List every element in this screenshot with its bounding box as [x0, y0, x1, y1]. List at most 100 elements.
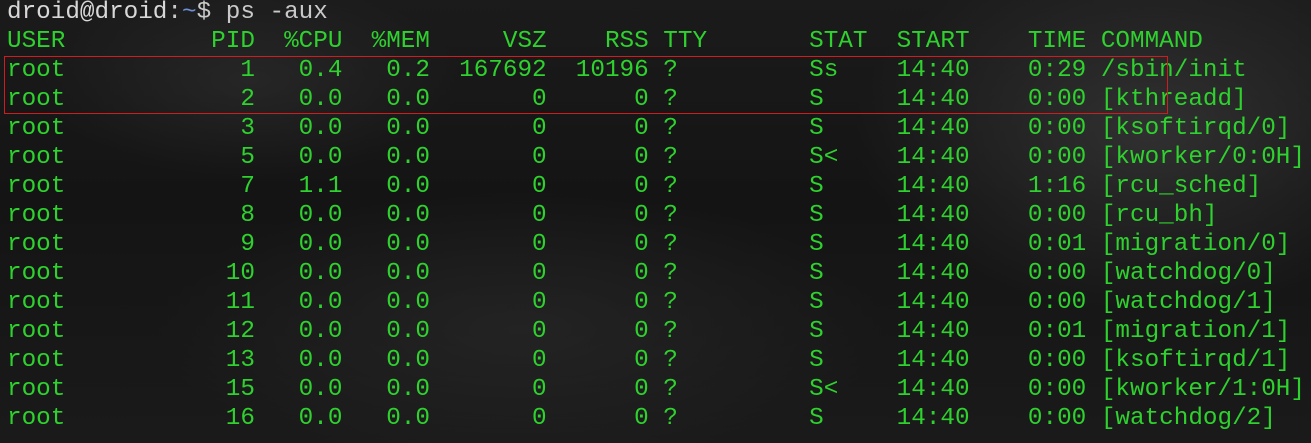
cell-vsz: 0 — [532, 173, 547, 200]
cell-mem: 0.0 — [386, 376, 430, 403]
cell-rss: 0 — [634, 318, 649, 345]
cell-pid: 15 — [225, 376, 255, 403]
shell-prompt-line: droid@droid:~$ ps -aux — [7, 0, 328, 27]
table-row: root 16 0.0 0.0 0 0 ? S 14:40 0:00 [watc… — [7, 404, 1305, 433]
cell-cpu: 0.0 — [298, 115, 343, 142]
cell-start: 14:40 — [896, 347, 970, 374]
typed-command: ps -aux — [225, 0, 328, 26]
cell-command: [ksoftirqd/1] — [1100, 347, 1291, 374]
cell-command: [ksoftirqd/0] — [1100, 115, 1291, 142]
cell-time: 0:01 — [1027, 231, 1087, 258]
cell-vsz: 0 — [532, 347, 547, 374]
column-header-mem: %MEM — [371, 28, 430, 55]
cell-pid: 5 — [240, 144, 255, 171]
prompt-user-host: droid@droid — [7, 0, 168, 26]
cell-user: root — [7, 405, 66, 432]
cell-cpu: 0.0 — [298, 86, 343, 113]
cell-cpu: 0.0 — [298, 376, 343, 403]
cell-command: [kworker/1:0H] — [1100, 376, 1305, 403]
cell-tty: ? — [663, 202, 678, 229]
cell-mem: 0.0 — [386, 173, 430, 200]
cell-mem: 0.0 — [386, 231, 430, 258]
cell-mem: 0.0 — [386, 347, 430, 374]
cell-start: 14:40 — [896, 231, 970, 258]
cell-vsz: 0 — [532, 289, 547, 316]
column-header-stat: STAT — [809, 28, 868, 55]
cell-command: [rcu_bh] — [1100, 202, 1218, 229]
column-header-command: COMMAND — [1100, 28, 1203, 55]
cell-tty: ? — [663, 115, 678, 142]
cell-time: 0:01 — [1027, 318, 1087, 345]
cell-time: 1:16 — [1027, 173, 1087, 200]
cell-mem: 0.0 — [386, 86, 430, 113]
cell-stat: S< — [809, 376, 839, 403]
cell-cpu: 0.0 — [298, 202, 343, 229]
cell-vsz: 0 — [532, 260, 547, 287]
table-row: root 12 0.0 0.0 0 0 ? S 14:40 0:01 [migr… — [7, 317, 1305, 346]
cell-user: root — [7, 347, 66, 374]
cell-stat: S — [809, 115, 824, 142]
cell-pid: 10 — [225, 260, 255, 287]
cell-vsz: 0 — [532, 144, 547, 171]
cell-user: root — [7, 202, 66, 229]
column-header-time: TIME — [1027, 28, 1087, 55]
cell-start: 14:40 — [896, 376, 970, 403]
cell-vsz: 0 — [532, 202, 547, 229]
table-row: root 9 0.0 0.0 0 0 ? S 14:40 0:01 [migra… — [7, 230, 1305, 259]
cell-time: 0:00 — [1027, 202, 1087, 229]
cell-vsz: 0 — [532, 318, 547, 345]
cell-rss: 0 — [634, 86, 649, 113]
cell-mem: 0.0 — [386, 115, 430, 142]
cell-command: [watchdog/1] — [1100, 289, 1276, 316]
cell-rss: 0 — [634, 289, 649, 316]
cell-rss: 0 — [634, 260, 649, 287]
cell-cpu: 0.0 — [298, 144, 343, 171]
cell-stat: S — [809, 231, 824, 258]
table-row: root 5 0.0 0.0 0 0 ? S< 14:40 0:00 [kwor… — [7, 143, 1305, 172]
cell-cpu: 1.1 — [298, 173, 343, 200]
cell-stat: S — [809, 405, 824, 432]
cell-time: 0:00 — [1027, 405, 1087, 432]
cell-time: 0:00 — [1027, 376, 1087, 403]
cell-tty: ? — [663, 405, 678, 432]
cell-rss: 0 — [634, 405, 649, 432]
cell-command: [kworker/0:0H] — [1100, 144, 1305, 171]
table-row: root 1 0.4 0.2 167692 10196 ? Ss 14:40 0… — [7, 56, 1305, 85]
terminal-window[interactable]: droid@droid:~$ ps -aux USER PID %CPU %ME… — [0, 0, 1311, 443]
cell-stat: S — [809, 347, 824, 374]
cell-stat: S — [809, 86, 824, 113]
cell-stat: S — [809, 289, 824, 316]
cell-cpu: 0.4 — [298, 57, 343, 84]
cell-rss: 0 — [634, 231, 649, 258]
cell-start: 14:40 — [896, 86, 970, 113]
cell-pid: 16 — [225, 405, 255, 432]
cell-tty: ? — [663, 173, 678, 200]
cell-cpu: 0.0 — [298, 318, 343, 345]
column-header-tty: TTY — [663, 28, 708, 55]
cell-cpu: 0.0 — [298, 260, 343, 287]
cell-user: root — [7, 318, 66, 345]
cell-cpu: 0.0 — [298, 289, 343, 316]
cell-cpu: 0.0 — [298, 405, 343, 432]
table-row: root 10 0.0 0.0 0 0 ? S 14:40 0:00 [watc… — [7, 259, 1305, 288]
cell-user: root — [7, 57, 66, 84]
cell-tty: ? — [663, 289, 678, 316]
cell-tty: ? — [663, 318, 678, 345]
cell-rss: 0 — [634, 144, 649, 171]
column-header-start: START — [896, 28, 970, 55]
cell-command: /sbin/init — [1100, 57, 1247, 84]
prompt-separator: : — [167, 0, 182, 26]
cell-start: 14:40 — [896, 318, 970, 345]
cell-tty: ? — [663, 86, 678, 113]
cell-pid: 3 — [240, 115, 255, 142]
cell-tty: ? — [663, 57, 678, 84]
cell-start: 14:40 — [896, 405, 970, 432]
cell-rss: 0 — [634, 202, 649, 229]
cell-time: 0:00 — [1027, 289, 1087, 316]
prompt-path: ~ — [181, 0, 197, 26]
cell-command: [watchdog/2] — [1100, 405, 1276, 432]
cell-rss: 0 — [634, 376, 649, 403]
cell-start: 14:40 — [896, 289, 970, 316]
cell-user: root — [7, 173, 66, 200]
cell-pid: 9 — [240, 231, 255, 258]
